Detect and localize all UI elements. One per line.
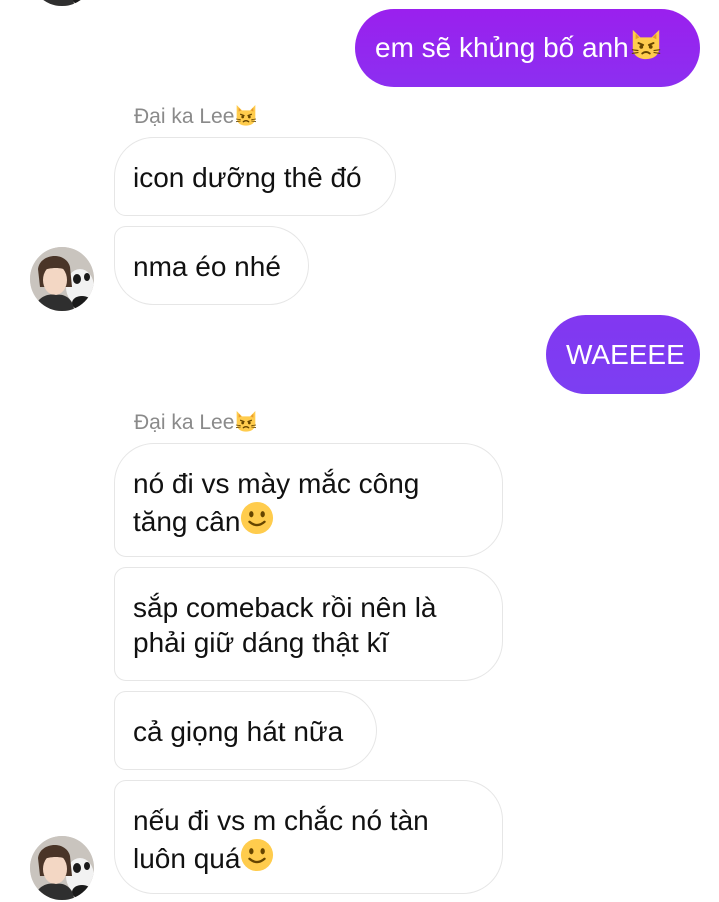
profile-photo-icon [30,0,94,6]
profile-photo-icon [30,836,94,900]
pouting-cat-emoji [629,27,663,61]
pouting-cat-emoji [234,103,258,127]
avatar[interactable] [30,836,94,900]
message-text: cả giọng hát nữa [133,716,344,747]
sender-label: Đại ka Lee [134,409,258,435]
sender-label: Đại ka Lee [134,103,258,129]
incoming-message[interactable]: nếu đi vs m chắc nó tàn luôn quá [114,780,503,894]
incoming-message[interactable]: nó đi vs mày mắc công tăng cân [114,443,503,557]
slightly-smiling-face-emoji [240,838,274,872]
incoming-message[interactable]: icon dưỡng thê đó [114,137,396,216]
message-line: tăng cân [133,501,484,539]
chat-screen: em sẽ khủng bố anh Đại ka Lee icon dưỡng… [0,0,719,902]
avatar[interactable] [30,247,94,311]
message-text: WAEEEE [566,339,685,370]
message-line: sắp comeback rồi nên là [133,592,437,623]
incoming-message[interactable]: nma éo nhé [114,226,309,305]
message-line: luôn quá [133,838,484,876]
profile-photo-icon [30,247,94,311]
message-line: nếu đi vs m chắc nó tàn [133,805,429,836]
message-text: icon dưỡng thê đó [133,162,362,193]
avatar[interactable] [30,0,94,6]
message-line: nó đi vs mày mắc công [133,468,420,499]
outgoing-message[interactable]: em sẽ khủng bố anh [355,9,700,87]
incoming-message[interactable]: cả giọng hát nữa [114,691,377,770]
slightly-smiling-face-emoji [240,501,274,535]
incoming-message[interactable]: sắp comeback rồi nên là phải giữ dáng th… [114,567,503,681]
message-text: em sẽ khủng bố anh [375,32,629,63]
message-text: nma éo nhé [133,251,281,282]
sender-name: Đại ka Lee [134,105,235,128]
sender-name: Đại ka Lee [134,411,235,434]
outgoing-message[interactable]: WAEEEE [546,315,700,394]
pouting-cat-emoji [234,409,258,433]
message-line: phải giữ dáng thật kĩ [133,627,389,658]
